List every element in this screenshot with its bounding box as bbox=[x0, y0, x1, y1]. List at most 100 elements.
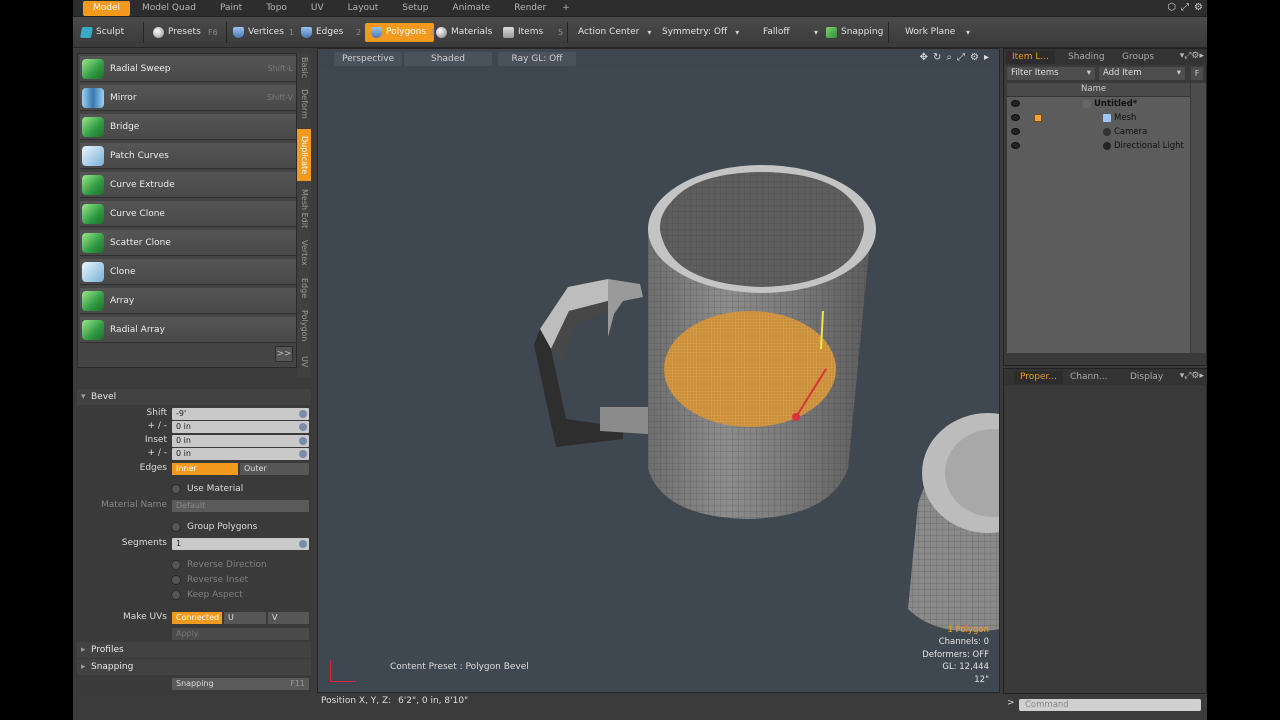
visibility-eye-icon[interactable] bbox=[1011, 142, 1020, 149]
work-plane-dropdown[interactable]: Work Plane bbox=[905, 23, 970, 42]
tab-paint[interactable]: Paint bbox=[208, 1, 254, 16]
group-polygons-checkbox[interactable]: Group Polygons bbox=[171, 522, 257, 532]
polygons-mode-button[interactable]: Polygons bbox=[365, 23, 435, 42]
gear-icon[interactable]: ⚙ bbox=[1194, 2, 1203, 13]
bridge-button[interactable]: Bridge bbox=[80, 114, 296, 140]
tab-polygon[interactable]: Polygon bbox=[297, 306, 311, 346]
tab-model[interactable]: Model bbox=[83, 0, 131, 16]
reverse-inset-checkbox[interactable]: Reverse Inset bbox=[171, 575, 248, 585]
transform-handle-origin[interactable] bbox=[792, 413, 800, 421]
shading-dropdown[interactable]: Shaded bbox=[404, 52, 492, 66]
tab-basic[interactable]: Basic bbox=[297, 55, 311, 81]
curve-extrude-button[interactable]: Curve Extrude bbox=[80, 172, 296, 198]
tab-topo[interactable]: Topo bbox=[254, 1, 299, 16]
edges-mode-button[interactable]: Edges bbox=[301, 23, 343, 42]
presets-button[interactable]: Presets bbox=[153, 23, 201, 42]
tab-edge[interactable]: Edge bbox=[297, 275, 311, 301]
materials-mode-button[interactable]: Materials bbox=[436, 23, 492, 42]
snapping-section-header[interactable]: Snapping bbox=[77, 659, 311, 675]
tab-render[interactable]: Render bbox=[502, 1, 558, 16]
add-item-dropdown[interactable]: Add Item bbox=[1099, 67, 1185, 80]
tab-properties[interactable]: Proper... bbox=[1014, 371, 1063, 384]
sculpt-button[interactable]: Sculpt bbox=[80, 23, 124, 42]
uvs-u-option[interactable]: U bbox=[224, 612, 266, 624]
visibility-eye-icon[interactable] bbox=[1011, 114, 1020, 121]
use-material-checkbox[interactable]: Use Material bbox=[171, 484, 243, 494]
segments-input[interactable]: 1 bbox=[172, 538, 309, 550]
zoom-icon[interactable]: ⌕ bbox=[946, 52, 952, 63]
profiles-section-header[interactable]: Profiles bbox=[77, 642, 311, 658]
viewport-gear-icon[interactable]: ⚙ bbox=[970, 52, 979, 63]
vertices-mode-button[interactable]: Vertices bbox=[233, 23, 284, 42]
snapping-button[interactable]: Snapping bbox=[826, 23, 883, 42]
item-row-mesh[interactable]: Mesh bbox=[1007, 111, 1190, 125]
item-row-directional-light[interactable]: Directional Light bbox=[1007, 139, 1190, 153]
fit-icon[interactable]: ⤢ bbox=[957, 52, 965, 63]
tab-channels[interactable]: Chann... bbox=[1064, 371, 1114, 384]
view-type-dropdown[interactable]: Perspective bbox=[334, 52, 403, 66]
rotate-icon[interactable]: ↻ bbox=[933, 52, 941, 63]
inset-variance-input[interactable]: 0 in bbox=[172, 448, 309, 460]
pin-icon[interactable]: ⬡ bbox=[1167, 2, 1176, 13]
edges-inner-option[interactable]: Inner bbox=[172, 463, 238, 475]
shift-variance-input[interactable]: 0 in bbox=[172, 421, 309, 433]
tab-setup[interactable]: Setup bbox=[390, 1, 440, 16]
inset-input[interactable]: 0 in bbox=[172, 435, 309, 447]
radial-array-button[interactable]: Radial Array bbox=[80, 317, 296, 343]
item-row-untitled[interactable]: Untitled* bbox=[1007, 97, 1190, 111]
item-list-key[interactable]: F bbox=[1191, 67, 1203, 80]
bevel-section-header[interactable]: Bevel bbox=[77, 389, 311, 405]
clone-button[interactable]: Clone bbox=[80, 259, 296, 285]
add-tab-button[interactable]: + bbox=[558, 1, 574, 16]
viewport-arrow-icon[interactable]: ▸ bbox=[984, 52, 989, 63]
tab-duplicate[interactable]: Duplicate bbox=[297, 129, 311, 181]
uvs-v-option[interactable]: V bbox=[268, 612, 309, 624]
mirror-button[interactable]: Mirror Shift-V bbox=[80, 85, 296, 111]
reverse-direction-checkbox[interactable]: Reverse Direction bbox=[171, 560, 267, 570]
scatter-clone-button[interactable]: Scatter Clone bbox=[80, 230, 296, 256]
snapping-field[interactable]: Snapping F11 bbox=[172, 678, 309, 690]
command-input[interactable]: Command bbox=[1019, 699, 1201, 711]
patch-curves-button[interactable]: Patch Curves bbox=[80, 143, 296, 169]
action-center-dropdown[interactable]: Action Center bbox=[578, 23, 652, 42]
tab-mesh-edit[interactable]: Mesh Edit bbox=[297, 185, 311, 233]
visibility-eye-icon[interactable] bbox=[1011, 128, 1020, 135]
maximize-icon[interactable]: ⤢ bbox=[1181, 2, 1189, 13]
symmetry-dropdown[interactable]: Symmetry: Off bbox=[662, 23, 739, 42]
item-row-camera[interactable]: Camera bbox=[1007, 125, 1190, 139]
tab-groups[interactable]: Groups bbox=[1116, 51, 1160, 64]
curve-clone-button[interactable]: Curve Clone bbox=[80, 201, 296, 227]
tab-uv[interactable]: UV bbox=[299, 1, 336, 16]
raygl-toggle[interactable]: Ray GL: Off bbox=[498, 52, 576, 66]
filter-items-dropdown[interactable]: Filter Items bbox=[1007, 67, 1095, 80]
visibility-eye-icon[interactable] bbox=[1011, 100, 1020, 107]
lock-icon[interactable] bbox=[1034, 114, 1042, 122]
shift-input[interactable]: -9' bbox=[172, 408, 309, 420]
panel-options-icon[interactable]: ▾⤢⚙▸ bbox=[1180, 371, 1204, 381]
tab-animate[interactable]: Animate bbox=[440, 1, 502, 16]
tab-uv-tools[interactable]: UV bbox=[297, 351, 311, 373]
tab-display[interactable]: Display bbox=[1124, 371, 1169, 384]
radial-sweep-button[interactable]: Radial Sweep Shift-L bbox=[80, 56, 296, 82]
expand-tools-button[interactable]: >> bbox=[275, 346, 293, 362]
tab-vertex[interactable]: Vertex bbox=[297, 236, 311, 270]
items-mode-button[interactable]: Items bbox=[503, 23, 543, 42]
uvs-connected-option[interactable]: Connected bbox=[172, 612, 222, 624]
keep-aspect-checkbox[interactable]: Keep Aspect bbox=[171, 590, 243, 600]
tab-layout[interactable]: Layout bbox=[336, 1, 391, 16]
item-list-scrollbar[interactable] bbox=[1191, 83, 1206, 353]
tab-model-quad[interactable]: Model Quad bbox=[130, 1, 208, 16]
edges-outer-option[interactable]: Outer bbox=[240, 463, 309, 475]
3d-viewport[interactable]: Perspective Shaded Ray GL: Off ✥ ↻ ⌕ ⤢ ⚙… bbox=[317, 48, 1000, 693]
selected-polygon[interactable] bbox=[664, 311, 836, 427]
tab-shading[interactable]: Shading bbox=[1062, 51, 1111, 64]
panel-options-icon[interactable]: ▾⤢⚙▸ bbox=[1180, 51, 1204, 61]
apply-button[interactable]: Apply bbox=[172, 628, 309, 640]
tab-deform[interactable]: Deform bbox=[297, 85, 311, 123]
material-name-dropdown[interactable]: Default bbox=[172, 500, 309, 512]
tab-item-list[interactable]: Item L... bbox=[1006, 51, 1055, 64]
mug-scene[interactable] bbox=[318, 49, 1000, 693]
pan-icon[interactable]: ✥ bbox=[920, 52, 928, 63]
array-button[interactable]: Array bbox=[80, 288, 296, 314]
falloff-dropdown[interactable]: Falloff bbox=[763, 23, 818, 42]
